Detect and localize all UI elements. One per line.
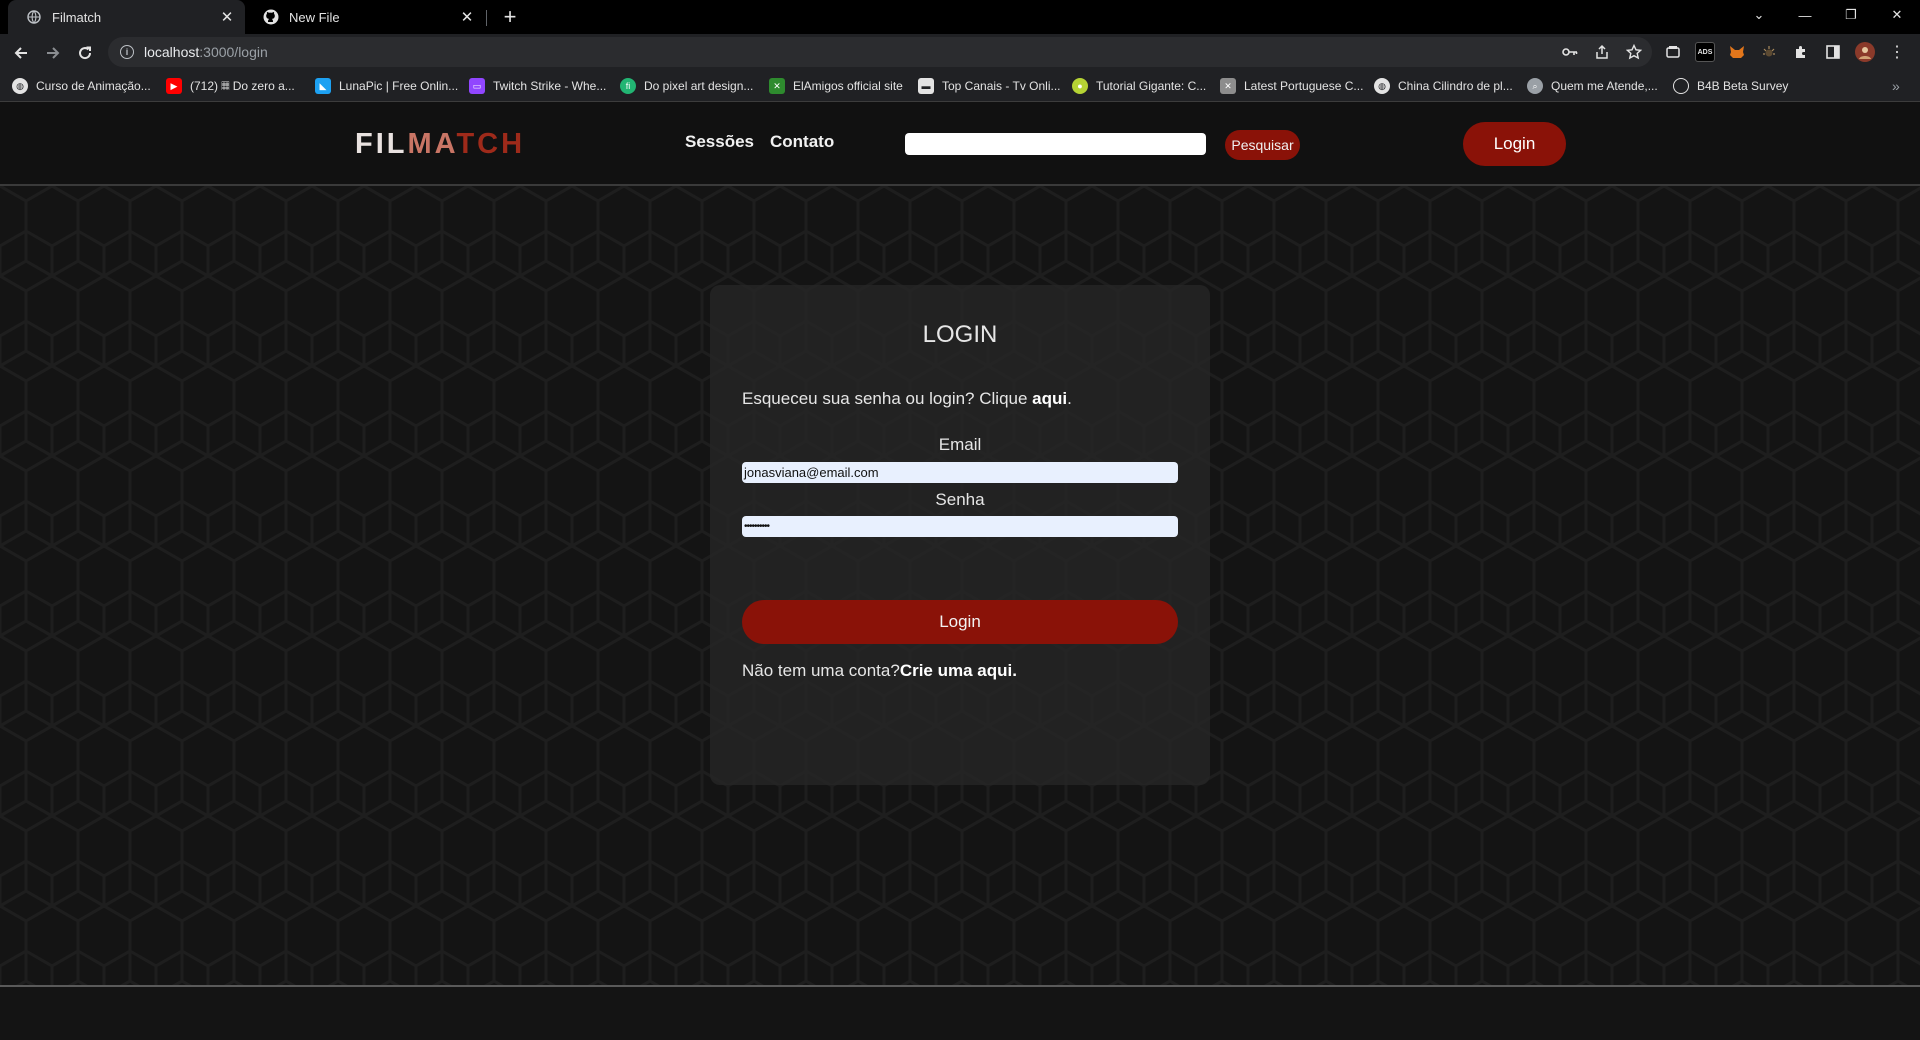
extension-metamask-icon[interactable] [1727,42,1747,62]
nav-link-contato[interactable]: Contato [770,132,834,152]
forward-arrow-icon[interactable] [40,40,66,66]
forgot-password-text: Esqueceu sua senha ou login? Clique aqui… [742,389,1072,408]
circle-icon [1673,78,1689,94]
github-icon [263,9,279,25]
globe-icon: ◍ [1374,78,1390,94]
tab-filmatch[interactable]: Filmatch ✕ [8,0,245,34]
tab-separator [486,10,487,26]
bookmarks-overflow-icon[interactable]: » [1892,76,1900,96]
search-input[interactable] [905,133,1206,155]
bookmark-item[interactable]: ▶ (712) 𝄜 Do zero a... [166,76,295,96]
bookmark-item[interactable]: ◣ LunaPic | Free Onlin... [315,76,458,96]
bookmark-item[interactable]: fi Do pixel art design... [620,76,753,96]
bookmark-item[interactable]: ◍ Curso de Animação... [12,76,151,96]
email-label: Email [938,435,982,454]
browser-toolbar: i localhost:3000/login [0,34,1920,70]
extension-adblock-icon[interactable]: ADS [1695,42,1715,62]
youtube-icon: ▶ [166,78,182,94]
nav-link-sessoes[interactable]: Sessões [685,132,754,152]
email-field[interactable]: jonasviana@email.com [742,462,1178,483]
browser-tab-bar: Filmatch ✕ New File ✕ + ⌄ — ❐ ✕ [0,0,1920,34]
site-header: FILMATCH Sessões Contato Pesquisar Login [0,102,1920,186]
url-host: localhost [144,44,200,60]
password-field[interactable]: •••••••••• [742,516,1178,537]
reload-icon[interactable] [72,40,98,66]
search-button[interactable]: Pesquisar [1225,130,1300,160]
password-label: Senha [935,490,985,509]
bookmarks-bar: ◍ Curso de Animação... ▶ (712) 𝄜 Do zero a… [0,70,1920,102]
twitch-icon: ▭ [469,78,485,94]
elamigos-icon: ✕ [769,78,785,94]
site-footer [0,987,1920,1040]
restore-button[interactable]: ❐ [1828,0,1874,30]
puzzle-extensions-icon[interactable] [1791,42,1811,62]
header-login-button[interactable]: Login [1463,122,1566,166]
key-icon[interactable] [1562,44,1578,60]
pixel-art-icon: fi [620,78,636,94]
star-bookmark-icon[interactable] [1626,44,1642,60]
globe-icon [26,9,42,25]
bookmark-item[interactable]: B4B Beta Survey [1673,76,1788,96]
bookmark-item[interactable]: ⌕ Quem me Atende,... [1527,76,1658,96]
profile-avatar[interactable] [1855,42,1875,62]
new-tab-button[interactable]: + [498,4,522,29]
back-arrow-icon[interactable] [8,40,34,66]
site-info-icon[interactable]: i [120,45,134,59]
login-submit-button[interactable]: Login [742,600,1178,644]
address-bar[interactable]: i localhost:3000/login [108,37,1652,67]
tab-title: New File [289,9,340,25]
bookmark-item[interactable]: ▭ Twitch Strike - Whe... [469,76,606,96]
close-window-button[interactable]: ✕ [1874,0,1920,30]
minimize-button[interactable]: — [1782,0,1828,30]
tab-search-icon[interactable]: ⌄ [1736,0,1782,30]
login-card: LOGIN Esqueceu sua senha ou login? Cliqu… [710,285,1210,785]
site-logo[interactable]: FILMATCH [355,128,525,161]
signup-link[interactable]: Crie uma aqui. [900,661,1017,680]
tab-title: Filmatch [52,9,102,25]
globe-icon: ◍ [12,78,28,94]
forgot-password-link[interactable]: aqui [1032,389,1067,408]
signup-text: Não tem uma conta?Crie uma aqui. [742,661,1017,680]
close-tab-icon[interactable]: ✕ [219,8,235,26]
lime-icon: ● [1072,78,1088,94]
side-panel-icon[interactable] [1823,42,1843,62]
extension-bug-icon[interactable] [1759,42,1779,62]
extension-save-icon[interactable] [1663,42,1683,62]
tv-icon: ▬ [918,78,934,94]
share-icon[interactable] [1594,44,1610,60]
main-content: LOGIN Esqueceu sua senha ou login? Cliqu… [0,186,1920,985]
bookmark-item[interactable]: ✕ Latest Portuguese C... [1220,76,1363,96]
browser-menu-icon[interactable]: ⋮ [1887,42,1907,62]
crossed-tools-icon: ✕ [1220,78,1236,94]
url-path: :3000/login [199,44,268,60]
bookmark-item[interactable]: ▬ Top Canais - Tv Onli... [918,76,1061,96]
login-title: LOGIN [922,321,998,348]
lunapic-icon: ◣ [315,78,331,94]
search-icon: ⌕ [1527,78,1543,94]
bookmark-item[interactable]: ● Tutorial Gigante: C... [1072,76,1206,96]
bookmark-item[interactable]: ◍ China Cilindro de pl... [1374,76,1513,96]
bookmark-item[interactable]: ✕ ElAmigos official site [769,76,903,96]
close-tab-icon[interactable]: ✕ [459,8,475,26]
tab-new-file[interactable]: New File ✕ [245,0,485,34]
